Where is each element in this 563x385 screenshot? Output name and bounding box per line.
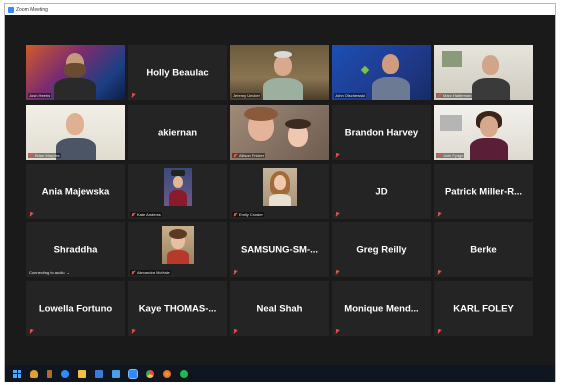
participant-tile[interactable]: Allison Fricker	[230, 105, 329, 160]
window-titlebar[interactable]: Zoom Meeting	[5, 4, 555, 15]
gallery-view: Josh Heehs Holly Beaulac Jeremy Uecker J…	[5, 15, 555, 365]
windows-taskbar	[5, 365, 555, 382]
participant-tile[interactable]: Monique Mend...	[332, 281, 431, 336]
participant-name: Josh Heehs	[29, 93, 51, 98]
participant-name: Brandon Harvey	[344, 127, 419, 138]
participant-tile[interactable]: Jeremy Uecker	[230, 45, 329, 100]
mic-muted-icon	[131, 93, 135, 97]
participant-video	[434, 45, 533, 100]
participant-name: akiernan	[157, 127, 198, 138]
zoom-icon[interactable]	[128, 368, 138, 379]
participant-tile[interactable]: Brian Marples	[26, 105, 125, 160]
mic-muted-icon	[233, 329, 237, 333]
mic-muted-icon	[335, 153, 339, 157]
participant-name: KARL FOLEY	[453, 303, 514, 314]
mic-muted-icon	[335, 270, 339, 274]
participant-tile[interactable]: KARL FOLEY	[434, 281, 533, 336]
participant-video	[26, 45, 125, 100]
participant-name: Ania Majewska	[41, 186, 110, 197]
profile-photo	[163, 168, 192, 206]
participant-video	[26, 105, 125, 160]
window-title: Zoom Meeting	[16, 6, 48, 13]
participant-tile[interactable]: Kate Anderss	[128, 164, 227, 219]
mic-muted-icon	[437, 329, 441, 333]
participant-tile[interactable]: akiernan	[128, 105, 227, 160]
participant-tile[interactable]: Josh Heehs	[26, 45, 125, 100]
participant-tile[interactable]: Julie Fydge	[434, 105, 533, 160]
bottle-icon[interactable]	[47, 369, 52, 378]
participant-name: Emily Crosier	[239, 212, 263, 217]
mic-muted-icon	[29, 153, 33, 158]
mic-muted-icon	[29, 212, 33, 216]
participant-name: John Olschewski	[335, 93, 366, 98]
participant-video	[434, 105, 533, 160]
mic-muted-icon	[335, 329, 339, 333]
participant-tile[interactable]: Patrick Miller-R...	[434, 164, 533, 219]
participant-video	[332, 45, 431, 100]
participant-tile[interactable]: Lowella Fortuno	[26, 281, 125, 336]
participant-tile[interactable]: Alexandra McHale	[128, 222, 227, 277]
participant-name: Brian Marples	[35, 153, 60, 158]
firefox-icon[interactable]	[163, 369, 171, 378]
participant-name: Monique Mend...	[344, 303, 419, 314]
mic-muted-icon	[335, 212, 339, 216]
mic-muted-icon	[131, 212, 135, 217]
participant-name: Kate Anderss	[137, 212, 161, 217]
participant-tile[interactable]: Ania Majewska	[26, 164, 125, 219]
participant-name: Greg Reilly	[356, 244, 407, 255]
chevron-down-icon: ⌄	[66, 270, 70, 275]
edge-icon[interactable]	[61, 369, 69, 378]
logo-icon	[360, 65, 370, 75]
participant-video	[230, 105, 329, 160]
participant-name: Marc Halferman	[443, 93, 472, 98]
file-explorer-icon[interactable]	[78, 369, 86, 378]
mic-muted-icon	[437, 270, 441, 274]
spotify-icon[interactable]	[180, 369, 188, 378]
windows-start-icon[interactable]	[13, 369, 21, 378]
participant-tile[interactable]: Marc Halferman	[434, 45, 533, 100]
participant-tile[interactable]: Berke	[434, 222, 533, 277]
mic-muted-icon	[131, 270, 135, 275]
participant-name: Holly Beaulac	[146, 67, 209, 78]
connecting-audio-status: Connecting to audio	[29, 270, 65, 275]
participant-tile[interactable]: Holly Beaulac	[128, 45, 227, 100]
person-icon[interactable]	[30, 369, 38, 378]
participant-name: Patrick Miller-R...	[444, 186, 523, 197]
participant-name: Shraddha	[53, 244, 98, 255]
store-icon[interactable]	[112, 369, 120, 378]
participant-tile[interactable]: Brandon Harvey	[332, 105, 431, 160]
mail-icon[interactable]	[95, 369, 103, 378]
participant-tile[interactable]: Shraddha Connecting to audio ⌄	[26, 222, 125, 277]
mic-muted-icon	[233, 212, 237, 217]
participant-name: Berke	[470, 244, 497, 255]
profile-photo	[262, 168, 297, 206]
participant-name: Jeremy Uecker	[233, 93, 260, 98]
participant-tile[interactable]: Neal Shah	[230, 281, 329, 336]
mic-muted-icon	[233, 153, 237, 158]
chrome-icon[interactable]	[146, 369, 154, 378]
participant-tile[interactable]: Kaye THOMAS-...	[128, 281, 227, 336]
participant-name: Neal Shah	[256, 303, 303, 314]
participant-name: SAMSUNG-SM-...	[240, 244, 319, 255]
participant-name: Kaye THOMAS-...	[138, 303, 217, 314]
participant-name: Allison Fricker	[239, 153, 265, 158]
zoom-app-icon	[8, 6, 14, 13]
participant-name: Lowella Fortuno	[38, 303, 113, 314]
participant-tile[interactable]: Greg Reilly	[332, 222, 431, 277]
mic-muted-icon	[29, 329, 33, 333]
participant-tile[interactable]: SAMSUNG-SM-...	[230, 222, 329, 277]
participant-name: Julie Fydge	[443, 153, 464, 158]
participant-tile[interactable]: Emily Crosier	[230, 164, 329, 219]
participant-tile[interactable]: JD	[332, 164, 431, 219]
mic-muted-icon	[437, 153, 441, 158]
mic-muted-icon	[437, 212, 441, 216]
mic-muted-icon	[437, 93, 441, 98]
participant-name: Alexandra McHale	[137, 270, 170, 275]
participant-tile[interactable]: John Olschewski	[332, 45, 431, 100]
profile-photo	[161, 226, 194, 264]
mic-muted-icon	[233, 270, 237, 274]
mic-muted-icon	[131, 329, 135, 333]
participant-name: JD	[375, 186, 388, 197]
participant-video	[230, 45, 329, 100]
